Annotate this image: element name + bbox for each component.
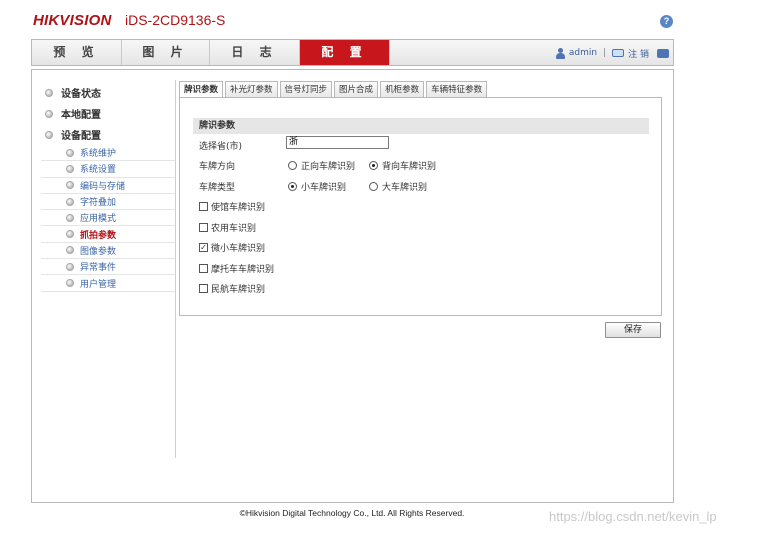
sidebar-sub-label: 用户管理 (80, 279, 117, 290)
sidebar-sub-system-maintenance[interactable]: 系统维护 (41, 145, 175, 162)
bullet-icon (66, 213, 74, 222)
device-model: iDS-2CD9136-S (125, 12, 226, 28)
bullet-icon (66, 230, 74, 239)
bullet-icon (66, 279, 74, 288)
nav-tab-picture[interactable]: 图 片 (122, 40, 210, 65)
sidebar-sub-system-settings[interactable]: 系统设置 (41, 161, 175, 178)
sidebar-sub-encoding-storage[interactable]: 编码与存储 (41, 178, 175, 194)
plate-type-label: 车牌类型 (199, 183, 236, 193)
sidebar-sub-label: 图像参数 (80, 246, 117, 257)
checkbox-icon (199, 223, 208, 232)
checkbox-icon (199, 264, 208, 273)
user-icon (555, 47, 565, 59)
radio-circle-icon (288, 182, 297, 191)
sidebar-item-label: 设备配置 (61, 131, 101, 142)
section-title: 牌识参数 (193, 118, 649, 134)
sidebar-divider (175, 80, 176, 458)
settings-panel: 牌识参数 选择省(市) 浙 车牌方向 正向车牌识别 背向车牌识别 车牌类型 小车… (179, 97, 662, 316)
radio-forward-plate[interactable]: 正向车牌识别 (288, 159, 355, 172)
tab-cabinet-params[interactable]: 机柜参数 (380, 81, 425, 98)
direction-label: 车牌方向 (199, 162, 236, 172)
sidebar-item-local-config[interactable]: 本地配置 (41, 103, 175, 124)
sidebar-sub-label: 编码与存储 (80, 181, 126, 192)
sidebar-item-device-config[interactable]: 设备配置 (41, 124, 175, 145)
checkbox-civil-aviation-plate[interactable]: 民航车牌识别 (199, 282, 265, 295)
nav-tab-log[interactable]: 日 志 (210, 40, 300, 65)
bullet-icon (45, 109, 53, 118)
radio-label: 大车牌识别 (382, 183, 428, 193)
bullet-icon (66, 148, 74, 157)
bullet-icon (66, 164, 74, 173)
sidebar-sub-label: 系统设置 (80, 165, 117, 176)
radio-backward-plate[interactable]: 背向车牌识别 (369, 159, 436, 172)
bullet-icon (66, 262, 74, 271)
checkbox-icon (199, 284, 208, 293)
radio-circle-icon (369, 182, 378, 191)
save-button[interactable]: 保存 (605, 322, 661, 338)
checkbox-icon: ✓ (199, 243, 208, 252)
bullet-icon (66, 246, 74, 255)
sidebar-sub-text-overlay[interactable]: 字符叠加 (41, 194, 175, 211)
nav-tab-preview[interactable]: 预 览 (32, 40, 122, 65)
radio-small-plate[interactable]: 小车牌识别 (288, 180, 346, 193)
sidebar-sub-user-management[interactable]: 用户管理 (41, 275, 175, 292)
user-area: admin | 注 销 (555, 46, 669, 60)
separator: | (603, 48, 607, 58)
checkbox-embassy-plate[interactable]: 使馆车牌识别 (199, 200, 265, 213)
username: admin (568, 48, 598, 58)
sidebar-sub-exceptions[interactable]: 异常事件 (41, 259, 175, 276)
tab-image-composite[interactable]: 图片合成 (334, 81, 379, 98)
province-input[interactable]: 浙 (286, 136, 389, 149)
sidebar-sub-label: 异常事件 (80, 263, 117, 274)
sidebar-sub-label: 应用模式 (80, 214, 117, 225)
message-icon[interactable] (657, 48, 669, 58)
bullet-icon (45, 88, 53, 97)
sidebar-item-label: 本地配置 (61, 110, 101, 121)
watermark: https://blog.csdn.net/kevin_lp (549, 509, 717, 524)
tab-signal-sync[interactable]: 信号灯同步 (279, 81, 333, 98)
province-label: 选择省(市) (199, 142, 243, 152)
checkbox-label: 民航车牌识别 (211, 285, 266, 295)
sidebar-sub-label: 字符叠加 (80, 198, 117, 209)
radio-circle-icon (288, 161, 297, 170)
checkbox-farm-vehicle[interactable]: 农用车识别 (199, 221, 256, 234)
sidebar-sub-label: 系统维护 (80, 149, 117, 160)
checkbox-label: 微小车牌识别 (211, 244, 266, 254)
checkbox-label: 使馆车牌识别 (211, 203, 266, 213)
sidebar-item-label: 设备状态 (61, 89, 101, 100)
checkbox-icon (199, 202, 208, 211)
sidebar-sub-label: 抓拍参数 (80, 230, 117, 241)
bullet-icon (45, 130, 53, 139)
help-icon[interactable]: ? (660, 15, 673, 28)
main-nav: 预 览 图 片 日 志 配 置 admin | 注 销 (31, 39, 674, 66)
sidebar: 设备状态 本地配置 设备配置 系统维护 系统设置 编码与存储 字符叠加 应用模式… (41, 82, 175, 292)
logout-link[interactable]: 注 销 (628, 47, 649, 60)
checkbox-label: 摩托车车牌识别 (211, 265, 275, 275)
content-tabs: 牌识参数 补光灯参数 信号灯同步 图片合成 机柜参数 车辆特征参数 (179, 81, 489, 99)
bullet-icon (66, 197, 74, 206)
nav-tab-config[interactable]: 配 置 (300, 40, 390, 65)
checkbox-label: 农用车识别 (211, 224, 257, 234)
logout-icon[interactable] (612, 49, 625, 57)
checkbox-micro-plate[interactable]: ✓ 微小车牌识别 (199, 241, 265, 254)
radio-circle-icon (369, 161, 378, 170)
hikvision-logo: HIKVISION (33, 12, 112, 29)
sidebar-item-device-status[interactable]: 设备状态 (41, 82, 175, 103)
radio-label: 背向车牌识别 (382, 162, 437, 172)
tab-fill-light[interactable]: 补光灯参数 (225, 81, 278, 98)
checkbox-motorcycle-plate[interactable]: 摩托车车牌识别 (199, 262, 274, 275)
radio-large-plate[interactable]: 大车牌识别 (369, 180, 427, 193)
sidebar-sub-application-mode[interactable]: 应用模式 (41, 210, 175, 227)
radio-label: 小车牌识别 (301, 183, 347, 193)
tab-vehicle-features[interactable]: 车辆特征参数 (426, 81, 488, 98)
sidebar-sub-image-params[interactable]: 图像参数 (41, 243, 175, 260)
sidebar-sub-capture-params[interactable]: 抓拍参数 (41, 226, 175, 243)
radio-label: 正向车牌识别 (301, 162, 356, 172)
bullet-icon (66, 181, 74, 190)
